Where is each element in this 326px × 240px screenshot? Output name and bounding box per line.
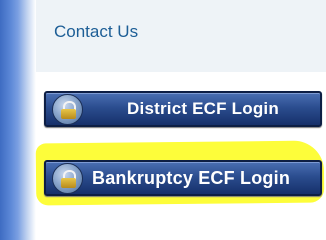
district-ecf-login-button[interactable]: District ECF Login <box>44 91 322 127</box>
cut-off-link[interactable] <box>54 0 224 10</box>
left-rail <box>0 0 36 240</box>
lock-icon <box>52 94 83 125</box>
lock-icon <box>52 163 83 194</box>
bankruptcy-ecf-login-label: Bankruptcy ECF Login <box>92 168 291 188</box>
contact-us-link[interactable]: Contact Us <box>54 22 138 42</box>
bankruptcy-ecf-login-button[interactable]: Bankruptcy ECF Login <box>44 160 322 196</box>
district-ecf-login-label: District ECF Login <box>127 99 279 118</box>
